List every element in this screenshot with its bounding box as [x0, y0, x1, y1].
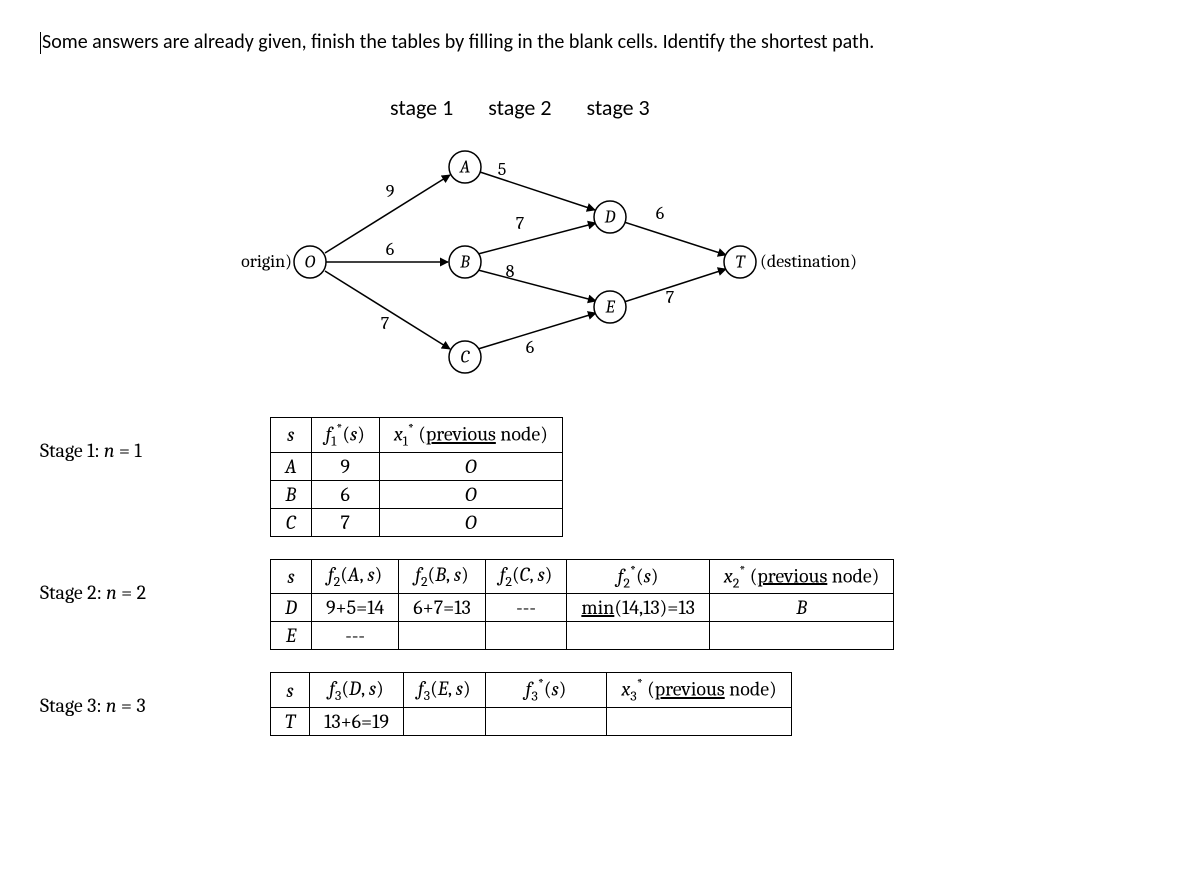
network-diagram: stage 1 stage 2 stage 3 — [240, 94, 1160, 387]
cell — [485, 707, 607, 735]
cell: B — [271, 480, 312, 508]
svg-text:7: 7 — [516, 213, 525, 234]
cell — [399, 622, 485, 650]
svg-text:6: 6 — [656, 203, 665, 224]
cell: s — [271, 673, 310, 708]
cell: C — [271, 508, 312, 536]
cell: O — [379, 480, 562, 508]
svg-text:8: 8 — [506, 261, 515, 282]
cell — [567, 622, 709, 650]
cell: O — [379, 508, 562, 536]
cell: x1* (previous node) — [379, 418, 562, 453]
cell: 9+5=14 — [311, 594, 398, 622]
svg-text:C: C — [461, 347, 471, 368]
cell: --- — [311, 622, 398, 650]
stage1-row: Stage 1: n = 1 s f1*(s) x1* (previous no… — [40, 417, 1160, 537]
cell — [709, 622, 894, 650]
text-cursor-icon — [40, 32, 41, 54]
cell: f2(B, s) — [399, 559, 485, 594]
stage3-label: Stage 3: n = 3 — [40, 672, 270, 717]
cell: f2(C, s) — [485, 559, 567, 594]
svg-text:(destination): (destination) — [760, 251, 857, 272]
cell: --- — [485, 594, 567, 622]
cell: 7 — [311, 508, 379, 536]
svg-text:B: B — [459, 252, 470, 273]
svg-text:9: 9 — [386, 181, 395, 202]
cell: 6+7=13 — [399, 594, 485, 622]
prompt-text: Some answers are already given, finish t… — [40, 30, 1160, 54]
svg-text:D: D — [604, 207, 616, 228]
stage3-table: s f3(D, s) f3(E, s) f3*(s) x3* (previous… — [270, 672, 792, 736]
cell: f2(A, s) — [311, 559, 398, 594]
cell: D — [271, 594, 312, 622]
cell: A — [271, 452, 312, 480]
svg-text:A: A — [459, 157, 471, 178]
svg-text:5: 5 — [498, 159, 507, 180]
svg-text:E: E — [604, 297, 615, 318]
cell: B — [709, 594, 894, 622]
svg-text:6: 6 — [526, 337, 535, 358]
cell: f2*(s) — [567, 559, 709, 594]
stage-labels: stage 1 stage 2 stage 3 — [390, 94, 1160, 121]
cell: f3(D, s) — [310, 673, 404, 708]
cell — [485, 622, 567, 650]
cell: 13+6=19 — [310, 707, 404, 735]
cell: f3*(s) — [485, 673, 607, 708]
svg-text:7: 7 — [666, 287, 675, 308]
cell — [403, 707, 485, 735]
svg-text:O: O — [305, 252, 316, 273]
stage1-label: Stage 1: n = 1 — [40, 417, 270, 462]
stage3-row: Stage 3: n = 3 s f3(D, s) f3(E, s) f3*(s… — [40, 672, 1160, 736]
stage2-label: Stage 2: n = 2 — [40, 559, 270, 604]
stage1-table: s f1*(s) x1* (previous node) A9O B6O C7O — [270, 417, 563, 537]
cell: s — [271, 559, 312, 594]
cell: T — [271, 707, 310, 735]
cell: 6 — [311, 480, 379, 508]
svg-text:6: 6 — [386, 239, 395, 260]
cell: x2* (previous node) — [709, 559, 894, 594]
cell: O — [379, 452, 562, 480]
cell: x3* (previous node) — [607, 673, 791, 708]
cell: E — [271, 622, 312, 650]
stage2-row: Stage 2: n = 2 s f2(A, s) f2(B, s) f2(C,… — [40, 559, 1160, 651]
svg-text:7: 7 — [381, 313, 390, 334]
stage2-table: s f2(A, s) f2(B, s) f2(C, s) f2*(s) x2* … — [270, 559, 894, 651]
cell: min(14,13)=13 — [567, 594, 709, 622]
svg-text:(origin): (origin) — [240, 251, 292, 272]
cell: 9 — [311, 452, 379, 480]
graph-svg: O A B C D E T 9 6 7 5 7 8 6 6 7 (origin)… — [240, 127, 940, 387]
cell — [607, 707, 791, 735]
cell: s — [271, 418, 312, 453]
cell: f3(E, s) — [403, 673, 485, 708]
cell: f1*(s) — [311, 418, 379, 453]
